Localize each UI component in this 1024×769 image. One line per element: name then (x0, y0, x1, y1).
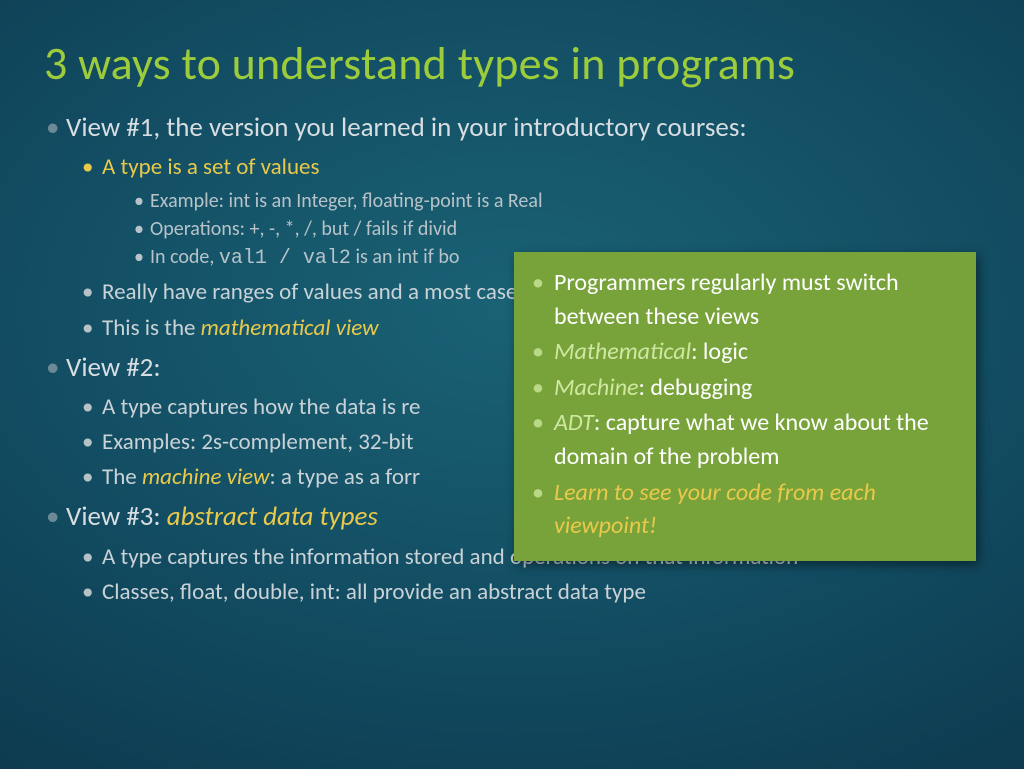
view1-ex3-code: val1 / val2 (219, 247, 351, 270)
view2-s3c: : a type as a forr (269, 463, 420, 491)
callout-l2b: : logic (691, 337, 748, 366)
callout-l2: Mathematical: logic (528, 335, 962, 369)
view2-s3b: machine view (142, 463, 270, 491)
callout-l2a: Mathematical (554, 337, 691, 366)
callout-l3: Machine: debugging (528, 371, 962, 405)
view1-heading-text: View #1, the version you learned in your… (66, 111, 747, 144)
callout-l4b: : capture what we know about the domain … (554, 408, 929, 471)
callout-l4a: ADT (554, 408, 594, 437)
view1-sub3a: This is the (102, 314, 201, 342)
view1-ex3a: In code, (150, 245, 219, 269)
slide-title: 3 ways to understand types in programs (44, 36, 980, 92)
view3-heading-a: View #3: (66, 500, 167, 533)
callout-l5-text: Learn to see your code from each viewpoi… (554, 478, 876, 541)
callout-l5: Learn to see your code from each viewpoi… (528, 476, 962, 543)
view3-s2: Classes, float, double, int: all provide… (80, 577, 980, 608)
callout-l3a: Machine (554, 373, 639, 402)
view2-heading-text: View #2: (66, 351, 161, 384)
callout-l4: ADT: capture what we know about the doma… (528, 406, 962, 473)
callout-l3b: : debugging (639, 373, 753, 402)
view1-ex3c: is an int if bo (351, 245, 459, 269)
view1-ex1: Example: int is an Integer, floating-poi… (132, 187, 980, 215)
view1-sub3b: mathematical view (201, 314, 379, 342)
view2-s3a: The (102, 463, 142, 491)
view1-sub1-text: A type is a set of values (102, 153, 319, 181)
view1-ex2: Operations: +, -, *, /, but / fails if d… (132, 215, 980, 243)
callout-box: Programmers regularly must switch betwee… (514, 252, 976, 561)
callout-l1: Programmers regularly must switch betwee… (528, 266, 962, 333)
slide: 3 ways to understand types in programs V… (0, 0, 1024, 769)
view3-heading-b: abstract data types (167, 500, 378, 533)
